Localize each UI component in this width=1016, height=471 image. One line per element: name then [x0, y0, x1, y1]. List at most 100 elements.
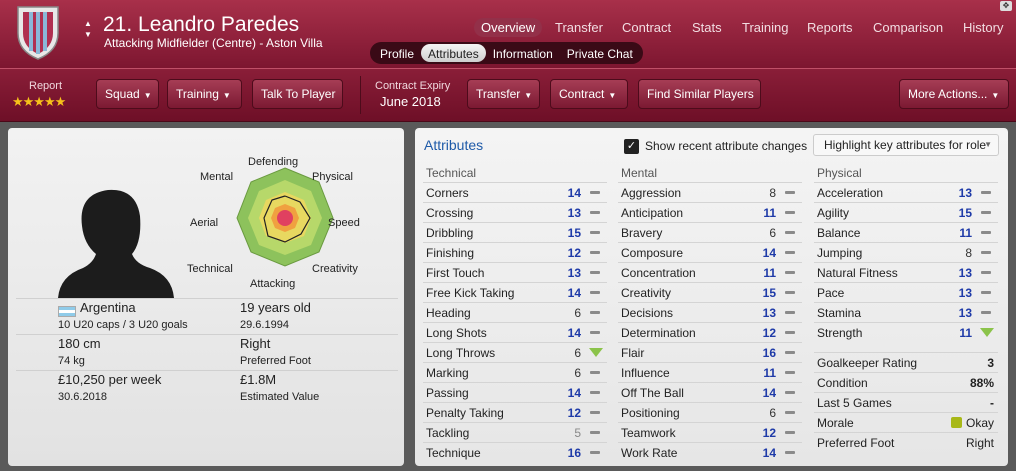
attribute-row[interactable]: Balance 11	[814, 222, 998, 242]
attribute-row[interactable]: Crossing 13	[423, 202, 607, 222]
chevron-down-icon: ▼	[524, 91, 533, 100]
tab-stats[interactable]: Stats	[692, 20, 722, 35]
attribute-row[interactable]: Natural Fitness 13	[814, 262, 998, 282]
contract-button[interactable]: Contract ▼	[550, 79, 628, 109]
contract-expiry-value: June 2018	[380, 94, 441, 109]
tab-transfer[interactable]: Transfer	[555, 20, 603, 35]
subtab-private-chat[interactable]: Private Chat	[560, 44, 640, 62]
subtab-profile[interactable]: Profile	[373, 44, 421, 62]
training-button[interactable]: Training ▼	[167, 79, 242, 109]
attribute-row[interactable]: Passing 14	[423, 382, 607, 402]
attribute-name: Agility	[817, 206, 850, 220]
attribute-row[interactable]: Technique 16	[423, 442, 607, 462]
attribute-row[interactable]: Positioning 6	[618, 402, 802, 422]
attribute-row[interactable]: Aggression 8	[618, 182, 802, 202]
attribute-row[interactable]: Off The Ball 14	[618, 382, 802, 402]
find-similar-button[interactable]: Find Similar Players	[638, 79, 761, 109]
attribute-row[interactable]: First Touch 13	[423, 262, 607, 282]
chevron-down-icon: ▼	[984, 140, 992, 149]
stat-value-text: 3	[987, 356, 994, 370]
attribute-row[interactable]: Decisions 13	[618, 302, 802, 322]
attribute-row[interactable]: Stamina 13	[814, 302, 998, 322]
attribute-value: 14	[567, 186, 581, 200]
highlight-role-dropdown[interactable]: Highlight key attributes for role ▼	[813, 134, 999, 156]
attribute-name: Passing	[426, 386, 469, 400]
nationality: Argentina	[80, 300, 136, 315]
stat-row: Preferred Foot Right	[814, 432, 998, 452]
attribute-row[interactable]: Acceleration 13	[814, 182, 998, 202]
attribute-row[interactable]: Jumping 8	[814, 242, 998, 262]
more-actions-button[interactable]: More Actions... ▼	[899, 79, 1009, 109]
attribute-row[interactable]: Composure 14	[618, 242, 802, 262]
unchanged-dash-icon	[785, 371, 795, 374]
unchanged-dash-icon	[785, 431, 795, 434]
attribute-row[interactable]: Corners 14	[423, 182, 607, 202]
tab-overview[interactable]: Overview	[474, 18, 543, 37]
attribute-row[interactable]: Heading 6	[423, 302, 607, 322]
more-actions-label: More Actions...	[908, 87, 988, 101]
attribute-row[interactable]: Concentration 11	[618, 262, 802, 282]
stat-name: Preferred Foot	[817, 436, 895, 450]
squad-button[interactable]: Squad ▼	[96, 79, 159, 109]
attribute-row[interactable]: Long Shots 14	[423, 322, 607, 342]
talk-to-player-button[interactable]: Talk To Player	[252, 79, 343, 109]
transfer-label: Transfer	[476, 87, 521, 101]
show-changes-checkbox[interactable]: ✓	[624, 139, 639, 154]
mental-header: Mental	[621, 166, 658, 180]
attribute-row[interactable]: Agility 15	[814, 202, 998, 222]
physical-column: Physical Acceleration 13 Agility 15 Balance 11…	[814, 164, 998, 452]
stat-name: Goalkeeper Rating	[817, 356, 918, 370]
stat-row: Morale Okay	[814, 412, 998, 432]
report-stars[interactable]: ★★★★★	[12, 94, 66, 110]
radar-label-mental: Mental	[200, 171, 234, 183]
attribute-row[interactable]: Tackling 5	[423, 422, 607, 442]
attribute-name: Aggression	[621, 186, 682, 200]
subtab-information[interactable]: Information	[486, 44, 560, 62]
unchanged-dash-icon	[590, 391, 600, 394]
attribute-row[interactable]: Dribbling 15	[423, 222, 607, 242]
tab-comparison[interactable]: Comparison	[873, 20, 943, 35]
unchanged-dash-icon	[590, 431, 600, 434]
attribute-row[interactable]: Work Rate 14	[618, 442, 802, 462]
stat-name: Condition	[817, 376, 868, 390]
attribute-row[interactable]: Creativity 15	[618, 282, 802, 302]
attribute-row[interactable]: Strength 11	[814, 322, 998, 342]
player-switch-arrows[interactable]: ▲ ▼	[82, 18, 94, 40]
attribute-row[interactable]: Penalty Taking 12	[423, 402, 607, 422]
attribute-row[interactable]: Flair 16	[618, 342, 802, 362]
attribute-row[interactable]: Teamwork 12	[618, 422, 802, 442]
attribute-row[interactable]: Long Throws 6	[423, 342, 607, 362]
subtab-attributes[interactable]: Attributes	[421, 44, 486, 62]
attribute-row[interactable]: Determination 12	[618, 322, 802, 342]
attribute-row[interactable]: Marking 6	[423, 362, 607, 382]
training-label: Training	[176, 87, 219, 101]
attribute-row[interactable]: Pace 13	[814, 282, 998, 302]
contract-label: Contract	[559, 87, 605, 101]
tab-contract[interactable]: Contract	[622, 20, 671, 35]
attribute-row[interactable]: Influence 11	[618, 362, 802, 382]
tab-history[interactable]: History	[963, 20, 1003, 35]
unchanged-dash-icon	[590, 191, 600, 194]
radar-label-speed: Speed	[328, 217, 360, 229]
attribute-value: 14	[762, 386, 776, 400]
chevron-down-icon: ▼	[608, 91, 617, 100]
stat-value-text: 88%	[969, 376, 994, 390]
radar-label-defending: Defending	[248, 156, 299, 168]
attribute-row[interactable]: Bravery 6	[618, 222, 802, 242]
attribute-value: 6	[574, 306, 581, 320]
tab-training[interactable]: Training	[742, 20, 788, 35]
stat-name: Morale	[817, 416, 854, 430]
attribute-name: Finishing	[426, 246, 475, 260]
stat-value-text: Right	[965, 436, 994, 450]
attribute-value: 6	[574, 366, 581, 380]
tab-reports[interactable]: Reports	[807, 20, 853, 35]
attribute-row[interactable]: Free Kick Taking 14	[423, 282, 607, 302]
attribute-row[interactable]: Anticipation 11	[618, 202, 802, 222]
attribute-value: 6	[769, 226, 776, 240]
attribute-value: 11	[763, 266, 776, 280]
highlight-role-label: Highlight key attributes for role	[824, 138, 987, 152]
club-crest-icon	[17, 6, 59, 60]
expand-icon[interactable]: ✥	[1000, 1, 1012, 11]
transfer-button[interactable]: Transfer ▼	[467, 79, 540, 109]
attribute-row[interactable]: Finishing 12	[423, 242, 607, 262]
